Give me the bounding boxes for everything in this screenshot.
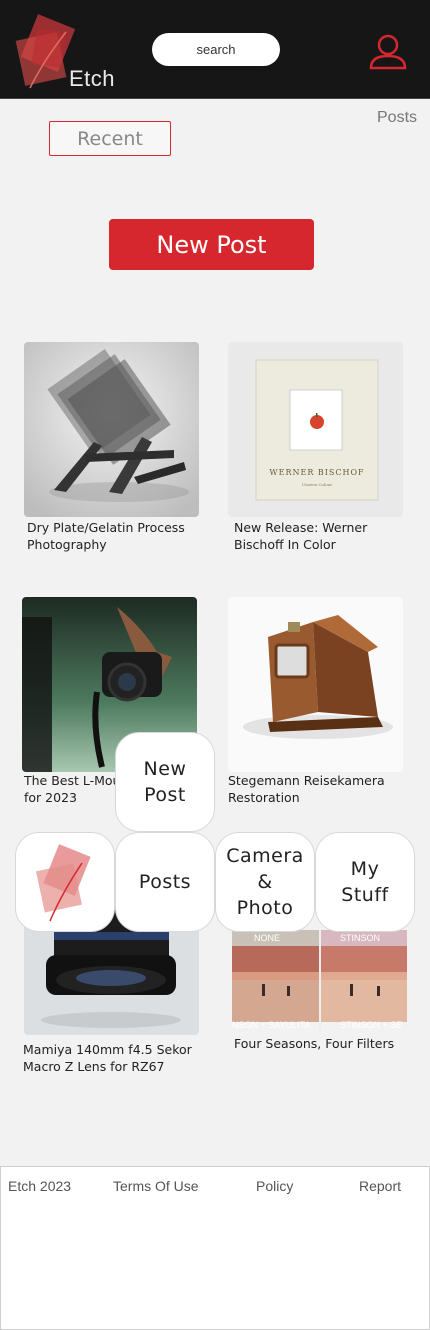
wooden-camera-photo — [228, 597, 403, 772]
recent-button[interactable]: Recent — [49, 121, 171, 156]
wooden-plate-rack-photo — [24, 342, 199, 517]
post-card[interactable]: WERNER BISCHOF Unseen Colour New Release… — [228, 342, 404, 557]
fab-label: Post — [144, 784, 186, 806]
fab-home-button[interactable] — [15, 832, 115, 932]
footer-terms-link[interactable]: Terms Of Use — [113, 1178, 199, 1194]
filter-label: STINSON — [340, 933, 381, 943]
new-post-button[interactable]: New Post — [109, 219, 314, 270]
fab-posts-button[interactable]: Posts — [115, 832, 215, 932]
post-title: Four Seasons, Four Filters — [234, 1036, 395, 1051]
fab-label: & — [257, 871, 273, 893]
etch-logo-icon — [36, 844, 91, 922]
book-subtitle: Unseen Colour — [301, 482, 333, 487]
user-icon[interactable] — [368, 32, 408, 72]
posts-link[interactable]: Posts — [377, 109, 417, 127]
footer-report-link[interactable]: Report — [359, 1178, 401, 1194]
logo-text: Etch — [69, 66, 116, 91]
fab-label: Camera — [226, 845, 304, 867]
search-input[interactable]: search — [152, 33, 280, 66]
book-cover-photo: WERNER BISCHOF Unseen Colour — [228, 342, 403, 517]
fab-label: Stuff — [341, 884, 389, 906]
fab-my-stuff-button[interactable]: My Stuff — [315, 832, 415, 932]
book-title: WERNER BISCHOF — [269, 468, 365, 477]
fab-label: New — [143, 758, 187, 780]
filter-label: STINSON + SE — [340, 1020, 403, 1030]
fab-label: Photo — [236, 897, 294, 919]
post-title: Stegemann Reisekamera Restoration — [228, 773, 385, 805]
post-card[interactable]: Stegemann Reisekamera Restoration — [228, 597, 404, 812]
footer-policy-link[interactable]: Policy — [256, 1178, 293, 1194]
filter-label: NONE — [254, 933, 281, 943]
app-header: Etch search — [0, 0, 430, 99]
post-card[interactable]: Dry Plate/Gelatin Process Photography — [24, 342, 200, 557]
fab-camera-photo-button[interactable]: Camera & Photo — [215, 832, 315, 932]
filter-label: NSON + SAYULITA — [232, 1020, 311, 1030]
fab-label: My — [350, 858, 380, 880]
post-title: Dry Plate/Gelatin Process Photography — [27, 520, 185, 552]
post-title: New Release: Werner Bischoff In Color — [234, 520, 368, 552]
page-footer: Etch 2023 Terms Of Use Policy Report — [0, 1166, 430, 1330]
post-title: Mamiya 140mm f4.5 Sekor Macro Z Lens for… — [23, 1042, 192, 1074]
footer-copyright: Etch 2023 — [8, 1178, 72, 1194]
fab-new-post-button[interactable]: New Post — [115, 732, 215, 832]
